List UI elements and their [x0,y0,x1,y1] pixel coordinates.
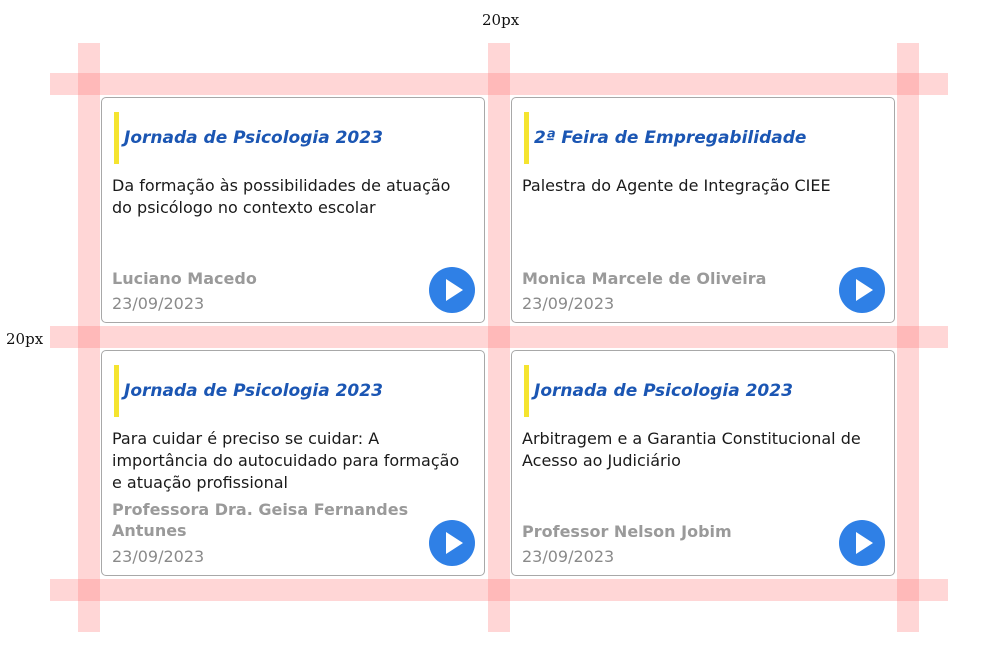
play-icon[interactable] [429,520,475,566]
accent-bar [524,365,529,417]
event-title: Jornada de Psicologia 2023 [124,381,383,401]
lecture-date: 23/09/2023 [522,294,615,313]
gap-measure-label: 20px [6,330,44,348]
lecture-date: 23/09/2023 [112,294,205,313]
lecture-title: Arbitragem e a Garantia Constitucional d… [522,429,861,470]
accent-bar [114,365,119,417]
gap-measure-label: 20px [482,11,520,29]
event-title: Jornada de Psicologia 2023 [124,128,383,148]
event-title: Jornada de Psicologia 2023 [534,381,793,401]
lecture-date: 23/09/2023 [112,547,205,566]
speaker-name: Professora Dra. Geisa Fernandes Antunes [112,500,409,540]
play-icon[interactable] [429,267,475,313]
speaker-name: Monica Marcele de Oliveira [522,269,767,288]
speaker-name: Professor Nelson Jobim [522,522,732,541]
speaker-name: Luciano Macedo [112,269,257,288]
spacing-guide-vertical [897,43,919,632]
lecture-title: Para cuidar é preciso se cuidar: A impor… [112,429,460,492]
lecture-card[interactable]: 2ª Feira de Empregabilidade Palestra do … [511,97,895,323]
play-icon[interactable] [839,267,885,313]
lecture-card[interactable]: Jornada de Psicologia 2023 Arbitragem e … [511,350,895,576]
lecture-card[interactable]: Jornada de Psicologia 2023 Para cuidar é… [101,350,485,576]
accent-bar [524,112,529,164]
event-title: 2ª Feira de Empregabilidade [534,128,807,148]
accent-bar [114,112,119,164]
spacing-guide-vertical [78,43,100,632]
lecture-card[interactable]: Jornada de Psicologia 2023 Da formação à… [101,97,485,323]
lecture-title: Palestra do Agente de Integração CIEE [522,176,831,195]
lecture-title: Da formação às possibilidades de atuação… [112,176,451,217]
lecture-date: 23/09/2023 [522,547,615,566]
spacing-guide-vertical [488,43,510,632]
play-icon[interactable] [839,520,885,566]
